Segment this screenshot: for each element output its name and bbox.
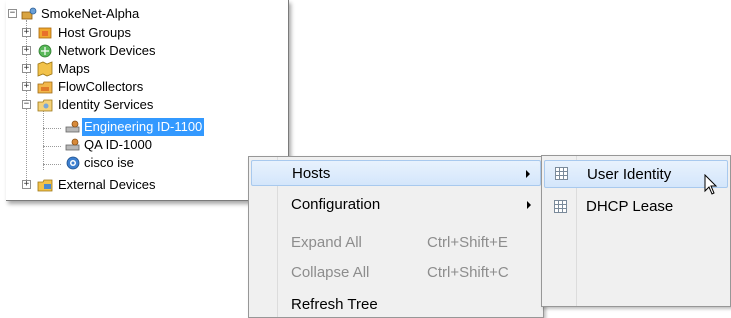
- collapse-icon[interactable]: −: [8, 9, 17, 18]
- tree-item-label: Identity Services: [58, 97, 154, 112]
- identity-services-icon: [37, 99, 53, 112]
- tree-root-row[interactable]: − SmokeNet-Alpha: [6, 5, 286, 23]
- tree-item-qa-id-1000[interactable]: QA ID-1000: [6, 136, 286, 154]
- submenu-arrow-icon: [527, 201, 531, 209]
- hosts-submenu: User Identity DHCP Lease: [541, 155, 731, 307]
- table-icon: [555, 167, 568, 180]
- menu-item-label: Refresh Tree: [291, 296, 378, 313]
- expand-icon[interactable]: +: [22, 46, 31, 55]
- tree-item-engineering-id-1100[interactable]: Engineering ID-1100: [6, 118, 286, 136]
- tree-item-label: QA ID-1000: [84, 137, 152, 152]
- menu-item-label: Expand All: [291, 234, 362, 251]
- identity-device-icon: [65, 120, 80, 133]
- tree-item-label: cisco ise: [84, 155, 134, 170]
- network-devices-icon: [38, 44, 52, 58]
- cisco-ise-icon: [66, 156, 80, 170]
- tree-item-maps[interactable]: + Maps: [6, 60, 286, 78]
- menu-item-label: Configuration: [291, 196, 381, 213]
- expand-icon[interactable]: +: [22, 28, 31, 37]
- menu-item-label: User Identity: [587, 166, 672, 183]
- tree-item-label: Maps: [58, 61, 90, 76]
- network-root-icon: [21, 7, 37, 20]
- tree-item-label: Host Groups: [58, 25, 131, 40]
- expand-icon[interactable]: +: [22, 64, 31, 73]
- expand-icon[interactable]: +: [22, 180, 31, 189]
- host-groups-icon: [38, 27, 52, 39]
- menu-shortcut: Ctrl+Shift+E: [427, 234, 508, 251]
- menu-item-refresh-tree[interactable]: Refresh Tree: [251, 292, 541, 318]
- menu-item-label: Hosts: [292, 165, 331, 182]
- menu-item-hosts[interactable]: Hosts: [251, 160, 541, 186]
- submenu-item-dhcp-lease[interactable]: DHCP Lease: [544, 194, 728, 220]
- submenu-arrow-icon: [526, 170, 530, 178]
- mouse-cursor-icon: [704, 174, 718, 195]
- tree-item-label: Engineering ID-1100: [82, 118, 205, 136]
- collapse-icon[interactable]: −: [22, 100, 31, 109]
- tree-item-host-groups[interactable]: + Host Groups: [6, 24, 286, 42]
- external-devices-icon: [37, 179, 53, 192]
- tree-item-label: FlowCollectors: [58, 79, 144, 94]
- submenu-item-user-identity[interactable]: User Identity: [544, 160, 728, 188]
- tree-item-identity-services[interactable]: − Identity Services: [6, 96, 286, 114]
- tree-root-label: SmokeNet-Alpha: [41, 6, 140, 21]
- menu-item-label: DHCP Lease: [586, 198, 674, 215]
- tree-item-label: Network Devices: [58, 43, 156, 58]
- tree-item-external-devices[interactable]: + External Devices: [6, 176, 286, 194]
- menu-item-label: Collapse All: [291, 264, 370, 281]
- menu-item-expand-all[interactable]: Expand All Ctrl+Shift+E: [251, 230, 541, 256]
- context-menu: Hosts Configuration Expand All Ctrl+Shif…: [248, 156, 544, 318]
- tree-item-network-devices[interactable]: + Network Devices: [6, 42, 286, 60]
- tree-item-flowcollectors[interactable]: + FlowCollectors: [6, 78, 286, 96]
- maps-icon: [37, 61, 53, 77]
- tree-item-cisco-ise[interactable]: cisco ise: [6, 154, 286, 172]
- menu-item-collapse-all[interactable]: Collapse All Ctrl+Shift+C: [251, 260, 541, 286]
- menu-shortcut: Ctrl+Shift+C: [427, 264, 509, 281]
- expand-icon[interactable]: +: [22, 82, 31, 91]
- menu-item-configuration[interactable]: Configuration: [251, 192, 541, 218]
- identity-device-icon: [65, 138, 80, 151]
- tree-panel: − SmokeNet-Alpha + Host Groups + Network…: [6, 0, 289, 201]
- flow-collectors-icon: [37, 81, 53, 94]
- tree-item-label: External Devices: [58, 177, 156, 192]
- table-icon: [554, 200, 567, 213]
